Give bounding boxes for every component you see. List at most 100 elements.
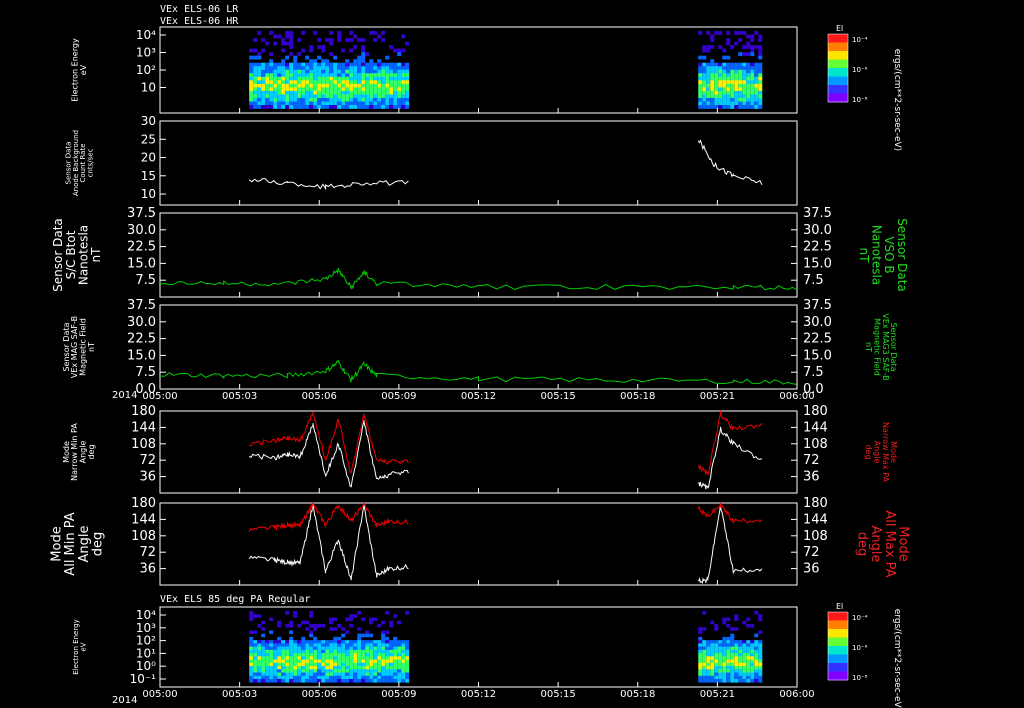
heatmap-cell [385,62,390,67]
heatmap-cell [722,672,727,677]
heatmap-cell [361,62,366,67]
heatmap-cell [734,662,739,667]
heatmap-cell [353,73,358,78]
heatmap-cell [257,653,262,657]
heatmap-cell [746,90,751,95]
colorbar-swatch [828,34,848,43]
heatmap-cell [305,679,310,683]
heatmap-cell [281,666,286,670]
heatmap-cell [698,636,703,641]
heatmap-cell [301,666,306,670]
heatmap-cell [698,666,703,670]
heatmap-cell [742,45,747,49]
heatmap-cell [714,675,719,680]
heatmap-cell [345,640,350,644]
heatmap-cell [750,52,755,57]
heatmap-cell [349,623,354,628]
heatmap-cell [365,672,370,677]
heatmap-cell [309,48,314,53]
panel-sc-btot: 37.5 37.530.0 30.022.5 22.515.0 15.07.5 7.5Se… [51,206,909,298]
heatmap-cell [369,620,374,625]
heatmap-cell [730,76,735,81]
heatmap-cell [309,94,314,99]
heatmap-cell [249,617,254,622]
heatmap-cell [337,640,342,644]
heatmap-cell [325,38,330,42]
heatmap-cell [325,97,330,102]
heatmap-cell [357,611,362,615]
heatmap-cell [297,656,302,660]
heatmap-cell [329,653,334,657]
heatmap-cell [758,80,763,85]
heatmap-cell [730,646,735,651]
heatmap-cell [738,80,743,85]
time-tick-label: 005:15 [541,391,576,402]
heatmap-cell [297,52,302,57]
heatmap-cell [718,87,723,92]
heatmap-cell [365,62,370,67]
heatmap-cell [269,80,274,85]
heatmap-cell [726,662,731,667]
heatmap-cell [706,669,711,673]
y-tick-label-right: 30.0 [803,315,832,330]
heatmap-cell [722,659,727,664]
heatmap-cell [333,649,338,654]
heatmap-cell [710,620,715,625]
heatmap-cell [277,672,282,677]
heatmap-cell [742,101,747,106]
heatmap-cell [345,83,350,88]
heatmap-cell [321,90,326,95]
heatmap-cell [742,73,747,78]
heatmap-cell [405,41,410,46]
heatmap-cell [337,675,342,680]
heatmap-cell [353,83,358,88]
heatmap-cell [301,62,306,67]
heatmap-cell [361,38,366,42]
heatmap-cell [257,83,262,88]
heatmap-cell [702,69,707,74]
heatmap-cell [345,97,350,102]
heatmap-cell [285,611,290,615]
heatmap-cell [269,617,274,622]
y-tick-label-right: 72 [803,545,820,560]
heatmap-cell [317,646,322,651]
heatmap-cell [361,94,366,99]
heatmap-cell [369,87,374,92]
heatmap-cell [337,31,342,35]
heatmap-cell [734,614,739,618]
heatmap-cell [265,41,270,46]
heatmap-cell [405,672,410,677]
heatmap-cell [317,643,322,647]
heatmap-cell [397,675,402,680]
heatmap-cell [730,45,735,49]
heatmap-cell [249,105,254,109]
heatmap-cell [345,76,350,81]
heatmap-cell [710,38,715,42]
heatmap-cell [293,69,298,74]
heatmap-cell [329,662,334,667]
heatmap-cell [369,73,374,78]
heatmap-cell [377,62,382,67]
heatmap-cell [313,656,318,660]
heatmap-cell [401,656,406,660]
heatmap-cell [746,617,751,622]
heatmap-cell [722,646,727,651]
heatmap-cell [289,620,294,625]
heatmap-cell [285,646,290,651]
heatmap-cell [261,666,266,670]
time-tick-label: 005:15 [541,689,576,700]
heatmap-cell [365,675,370,680]
heatmap-cell [369,669,374,673]
heatmap-cell [297,643,302,647]
colorbar-units: ergs/(cm**2-sr-sec-eV) [892,49,902,151]
heatmap-cell [285,659,290,664]
heatmap-cell [389,672,394,677]
heatmap-cell [710,640,715,644]
heatmap-cell [710,666,715,670]
heatmap-cell [730,640,735,644]
heatmap-cell [722,643,727,647]
heatmap-cell [373,617,378,622]
heatmap-cell [353,101,358,106]
heatmap-cell [317,55,322,60]
heatmap-cell [253,659,258,664]
